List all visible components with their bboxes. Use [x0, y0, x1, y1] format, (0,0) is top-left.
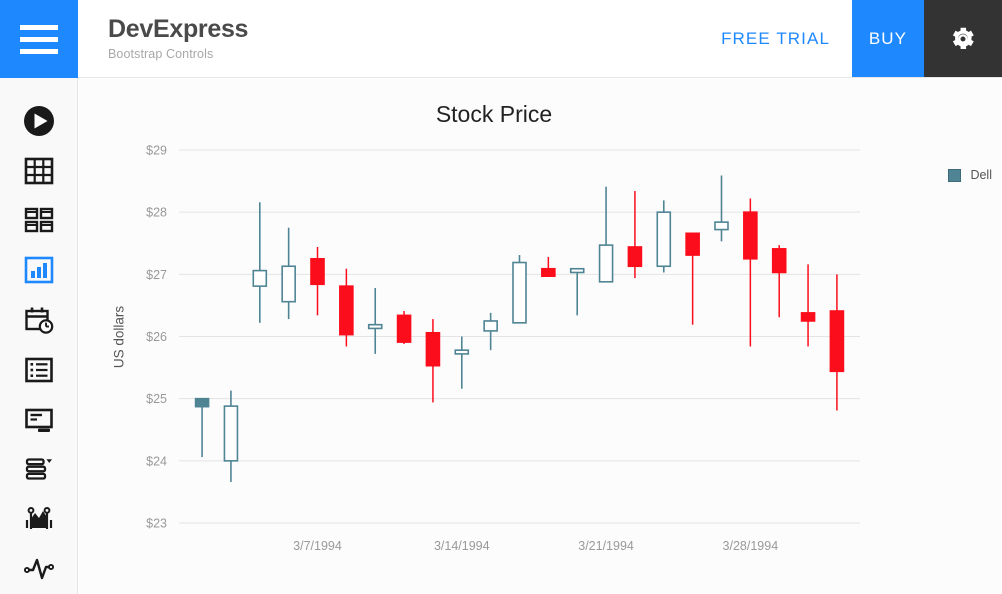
candlestick[interactable]	[253, 202, 266, 323]
candle-body	[224, 406, 237, 461]
candlestick[interactable]	[542, 257, 555, 276]
candlestick[interactable]	[369, 288, 382, 354]
range-selector-icon	[23, 503, 55, 535]
filter-rows-icon	[23, 453, 55, 485]
free-trial-link[interactable]: FREE TRIAL	[699, 0, 852, 77]
candlestick[interactable]	[340, 269, 353, 347]
candlestick[interactable]	[455, 337, 468, 389]
calendar-clock-icon	[23, 304, 55, 336]
sidebar-item-scheduler[interactable]	[0, 295, 78, 345]
gridlines	[179, 150, 860, 523]
sidebar-item-grid[interactable]	[0, 146, 78, 196]
gear-icon	[948, 24, 978, 54]
candle-body	[426, 333, 439, 366]
play-circle-icon	[22, 104, 56, 138]
candle-body	[744, 212, 757, 259]
y-tick-label: $28	[146, 206, 167, 220]
bar-chart-icon	[23, 254, 55, 286]
candle-body	[282, 266, 295, 301]
brand-block: DevExpress Bootstrap Controls	[78, 0, 699, 77]
candlestick[interactable]	[830, 274, 843, 410]
candle-body	[686, 233, 699, 255]
x-axis-ticks: 3/7/1994 3/14/1994 3/21/1994 3/28/1994	[293, 539, 778, 553]
candlestick[interactable]	[600, 187, 613, 282]
candlestick[interactable]	[426, 319, 439, 402]
candle-body	[513, 263, 526, 323]
y-tick-label: $25	[146, 392, 167, 406]
candle-body	[773, 249, 786, 273]
candlestick[interactable]	[773, 245, 786, 317]
candlestick[interactable]	[398, 311, 411, 344]
candlestick[interactable]	[513, 255, 526, 323]
buy-button[interactable]: BUY	[852, 0, 924, 77]
candle-body	[802, 313, 815, 321]
candle-body	[340, 286, 353, 334]
candle-body	[398, 315, 411, 342]
app-header: DevExpress Bootstrap Controls FREE TRIAL…	[0, 0, 1002, 78]
candlestick[interactable]	[744, 198, 757, 346]
candle-body	[715, 222, 728, 229]
candlestick[interactable]	[715, 175, 728, 241]
x-tick-label: 3/28/1994	[723, 539, 779, 553]
hamburger-menu-button[interactable]	[0, 0, 78, 78]
candle-body	[455, 350, 468, 354]
grid-table-icon	[23, 155, 55, 187]
y-tick-label: $26	[146, 330, 167, 344]
settings-button[interactable]	[924, 0, 1002, 77]
monitor-window-icon	[23, 404, 55, 436]
candle-body	[600, 245, 613, 282]
candlestick[interactable]	[657, 200, 670, 272]
candlestick[interactable]	[686, 233, 699, 324]
sidebar-item-dashboard[interactable]	[0, 196, 78, 246]
candlestick-svg: $23$24$25$26$27$28$29 3/7/19943/14/19943…	[79, 79, 1002, 594]
x-tick-label: 3/7/1994	[293, 539, 342, 553]
hamburger-icon-bar	[20, 37, 58, 42]
candlestick[interactable]	[196, 399, 209, 457]
candle-body	[311, 259, 324, 284]
hamburger-icon-bar	[20, 49, 58, 54]
sidebar-item-listbox[interactable]	[0, 345, 78, 395]
candle-body	[542, 269, 555, 276]
y-tick-label: $24	[146, 454, 167, 468]
dashboard-tiles-icon	[23, 204, 55, 236]
candle-body	[571, 269, 584, 273]
sidebar-item-range-selector[interactable]	[0, 494, 78, 544]
sidebar-item-demos[interactable]	[0, 96, 78, 146]
candlestick[interactable]	[802, 264, 815, 346]
candlestick[interactable]	[484, 313, 497, 350]
candlestick[interactable]	[311, 247, 324, 315]
sidebar-item-popup[interactable]	[0, 395, 78, 445]
sidebar-item-charts[interactable]	[0, 245, 78, 295]
list-detail-icon	[23, 354, 55, 386]
chart-panel: Stock Price US dollars Dell $23$24$25$26…	[79, 79, 1002, 594]
candle-body	[830, 311, 843, 371]
sidebar-item-sparkline[interactable]	[0, 544, 78, 594]
y-tick-label: $23	[146, 517, 167, 531]
candle-body	[657, 212, 670, 266]
candlestick[interactable]	[282, 228, 295, 319]
y-tick-label: $29	[146, 144, 167, 158]
candlestick[interactable]	[628, 191, 641, 278]
hamburger-icon-bar	[20, 25, 58, 30]
candle-body	[369, 325, 382, 329]
candlesticks	[196, 175, 844, 481]
x-tick-label: 3/21/1994	[578, 539, 634, 553]
y-axis-ticks: $23 $24 $25 $26 $27 $28 $29	[146, 144, 167, 531]
application-window: DevExpress Bootstrap Controls FREE TRIAL…	[0, 0, 1002, 594]
brand-title: DevExpress	[108, 16, 699, 44]
candle-body	[628, 247, 641, 266]
y-tick-label: $27	[146, 268, 167, 282]
left-sidebar	[0, 78, 78, 594]
sidebar-item-filter[interactable]	[0, 445, 78, 495]
candle-body	[253, 271, 266, 287]
candle-body	[196, 399, 209, 407]
sparkline-icon	[23, 553, 55, 585]
x-tick-label: 3/14/1994	[434, 539, 490, 553]
candlestick[interactable]	[224, 391, 237, 482]
brand-subtitle: Bootstrap Controls	[108, 47, 699, 61]
plot-area[interactable]: $23$24$25$26$27$28$29 3/7/19943/14/19943…	[79, 79, 1002, 594]
candle-body	[484, 321, 497, 331]
candlestick[interactable]	[571, 269, 584, 316]
